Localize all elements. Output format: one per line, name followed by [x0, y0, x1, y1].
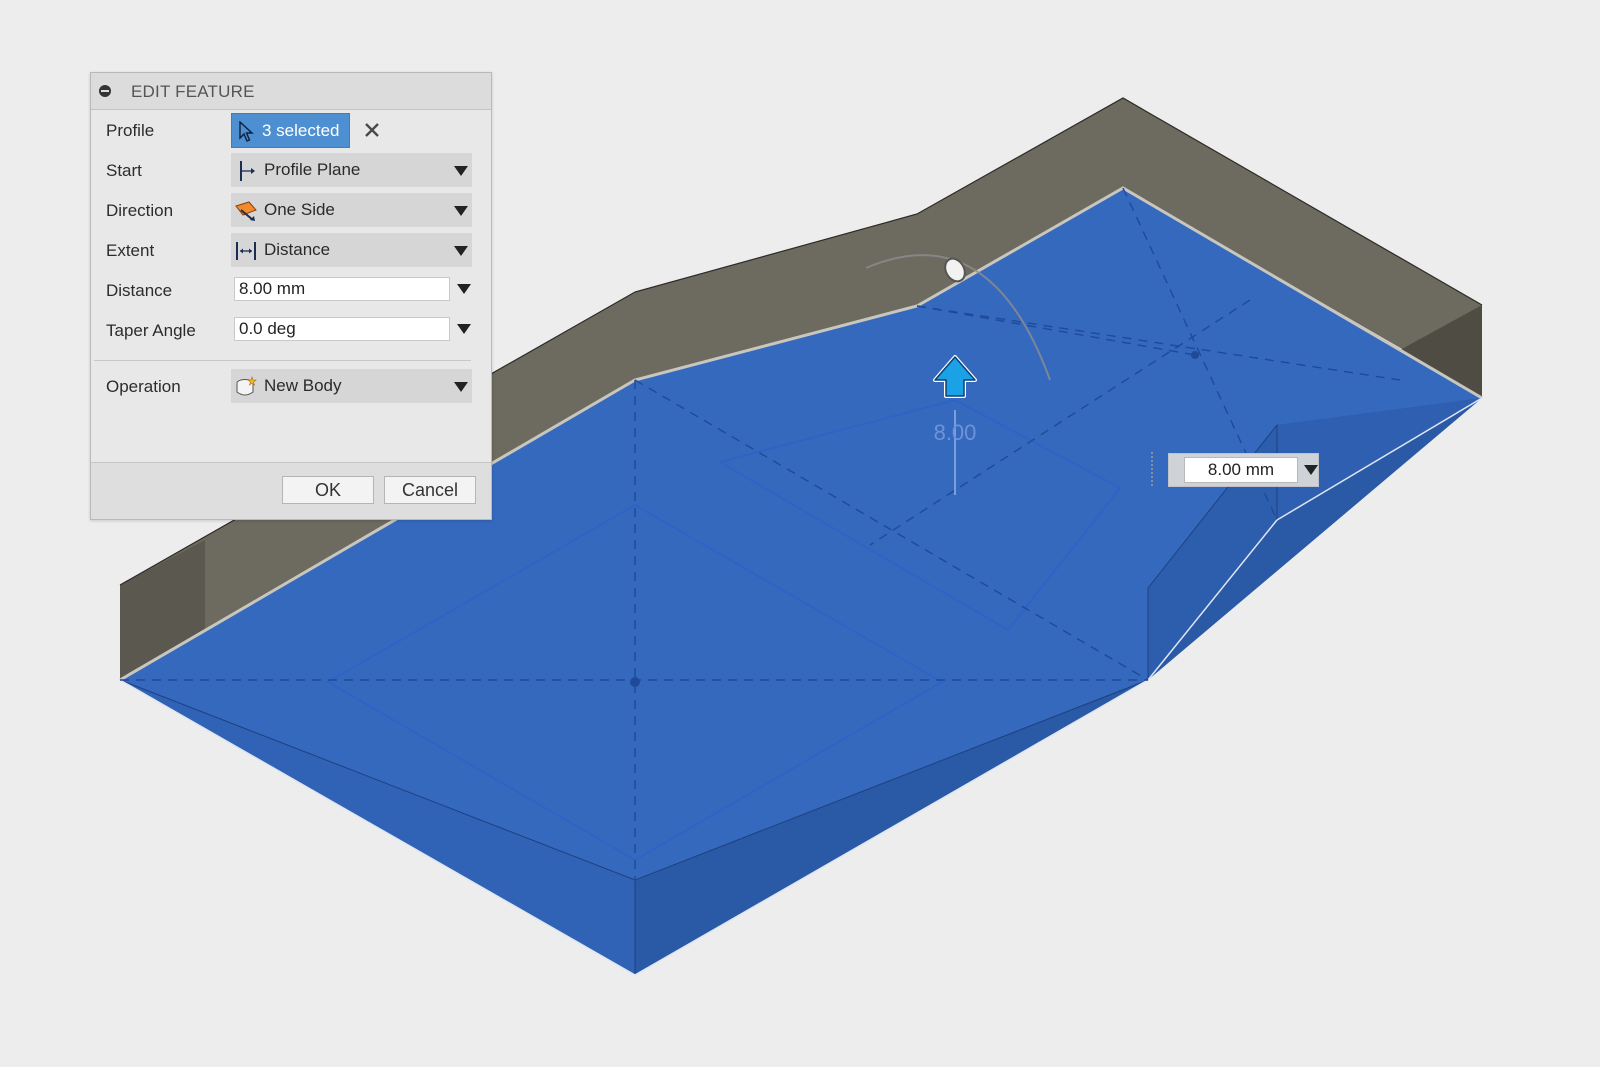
operation-label: Operation — [106, 377, 181, 396]
floating-distance-dropdown-icon[interactable] — [1304, 465, 1318, 475]
operation-value: New Body — [264, 376, 342, 395]
distance-input[interactable]: 8.00 mm — [234, 277, 450, 301]
cancel-button[interactable]: Cancel — [384, 476, 476, 504]
sketch-center-point — [630, 677, 640, 687]
taper-angle-dropdown-icon[interactable] — [457, 324, 471, 334]
chevron-down-icon — [454, 246, 468, 256]
profile-plane-icon — [240, 161, 255, 181]
dialog-footer: OK Cancel — [91, 462, 491, 519]
start-value: Profile Plane — [264, 160, 361, 179]
new-body-icon — [236, 376, 257, 396]
operation-dropdown[interactable]: New Body — [231, 369, 472, 403]
distance-row: Distance 8.00 mm — [91, 273, 491, 309]
floating-distance-field[interactable]: 8.00 mm — [1184, 457, 1298, 483]
collapse-icon[interactable] — [99, 85, 111, 97]
taper-angle-input[interactable]: 0.0 deg — [234, 317, 450, 341]
direction-dropdown[interactable]: One Side — [231, 193, 472, 227]
profile-label: Profile — [106, 121, 155, 140]
ok-button[interactable]: OK — [282, 476, 374, 504]
dialog-divider — [94, 360, 471, 361]
extent-dropdown[interactable]: Distance — [231, 233, 472, 267]
profile-selection-count: 3 selected — [262, 121, 340, 140]
taper-angle-row: Taper Angle 0.0 deg — [91, 313, 491, 349]
dimension-label: 8.00 — [934, 420, 977, 445]
profile-selection-button[interactable]: 3 selected — [231, 113, 350, 148]
chevron-down-icon — [454, 382, 468, 392]
direction-label: Direction — [106, 201, 174, 220]
operation-row: Operation New Body — [91, 369, 491, 405]
distance-dropdown-icon[interactable] — [457, 284, 471, 294]
edit-feature-dialog: EDIT FEATURE Profile 3 selected Start Pr… — [90, 72, 492, 520]
distance-label: Distance — [106, 281, 173, 300]
start-dropdown[interactable]: Profile Plane — [231, 153, 472, 187]
chevron-down-icon — [454, 206, 468, 216]
chevron-down-icon — [454, 166, 468, 176]
extent-label: Extent — [106, 241, 155, 260]
direction-value: One Side — [264, 200, 335, 219]
dialog-header[interactable]: EDIT FEATURE — [91, 73, 491, 110]
taper-angle-label: Taper Angle — [106, 321, 196, 340]
one-side-icon — [235, 201, 257, 221]
input-drag-grip[interactable] — [1151, 452, 1159, 486]
select-cursor-icon — [239, 121, 254, 142]
dialog-title: EDIT FEATURE — [131, 82, 255, 101]
start-label: Start — [106, 161, 142, 180]
clear-selection-icon[interactable] — [361, 119, 383, 141]
extent-value: Distance — [264, 240, 331, 259]
distance-icon — [236, 242, 256, 260]
profile-row: Profile 3 selected — [91, 113, 491, 149]
floating-distance-input[interactable]: 8.00 mm — [1168, 453, 1319, 487]
direction-row: Direction One Side — [91, 193, 491, 229]
sketch-center-point-2 — [1191, 351, 1199, 359]
extent-row: Extent Distance — [91, 233, 491, 269]
start-row: Start Profile Plane — [91, 153, 491, 189]
